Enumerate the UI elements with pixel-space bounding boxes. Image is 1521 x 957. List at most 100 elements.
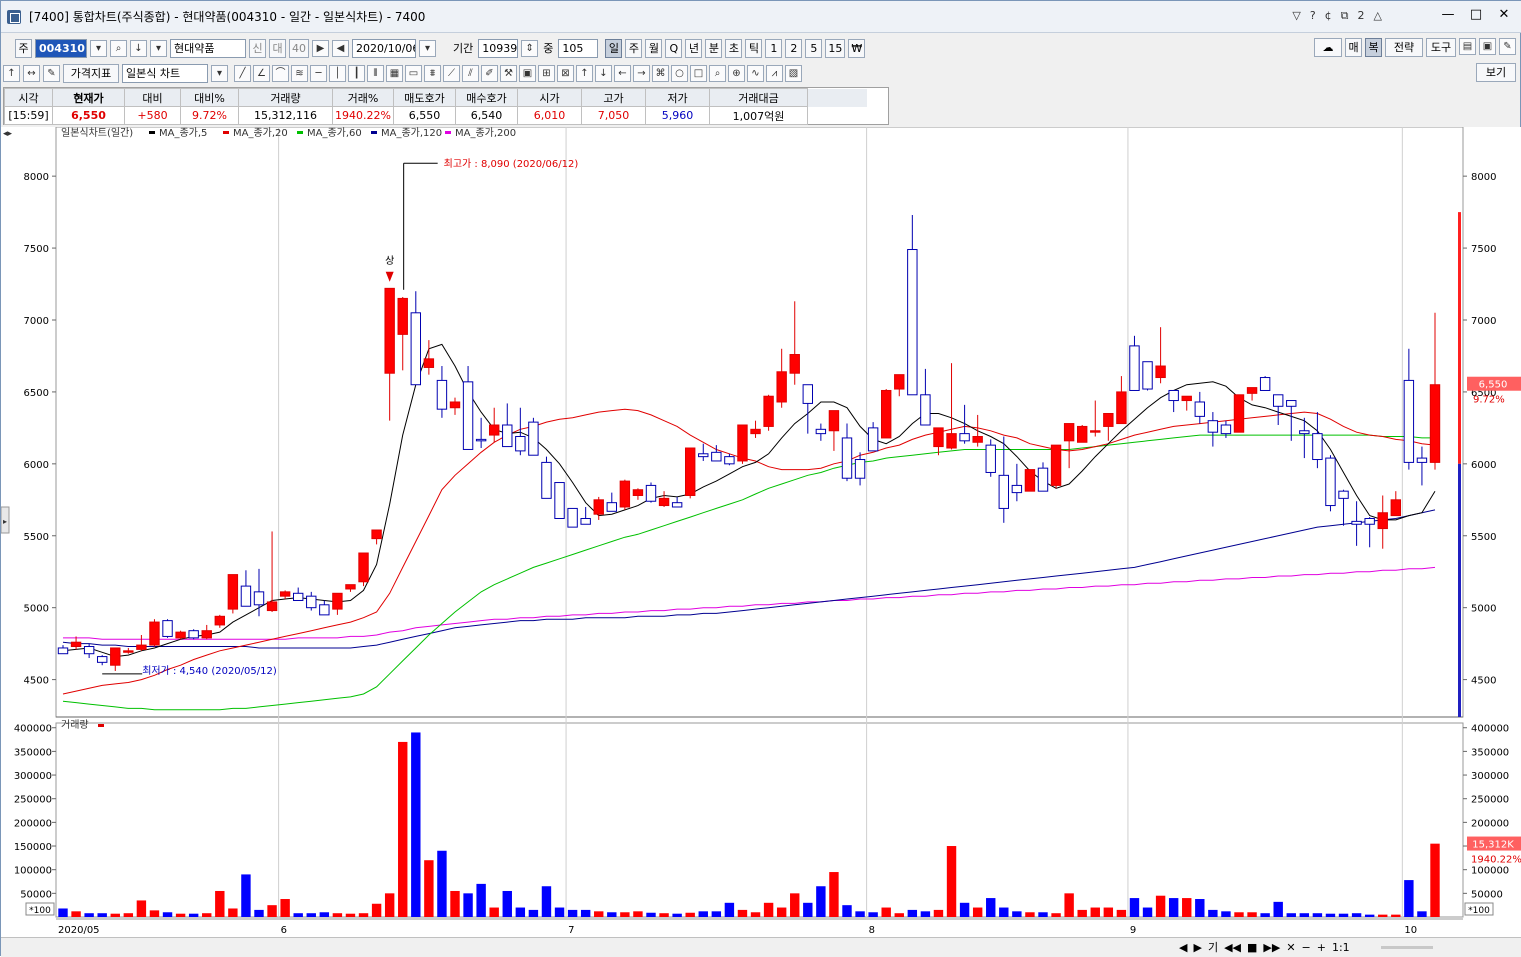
strategy-button[interactable]: 전략	[1385, 38, 1423, 57]
period-quarter[interactable]: Q	[665, 38, 683, 58]
draw-tool-icon[interactable]: ⩩	[424, 64, 441, 82]
draw-tool-icon[interactable]: ←	[614, 64, 631, 82]
scroll-right-button[interactable]: ▶	[1193, 939, 1201, 956]
currency-button[interactable]: ₩	[848, 38, 866, 58]
date-input[interactable]: 2020/10/06	[352, 38, 416, 58]
stop-button[interactable]: ■	[1247, 939, 1257, 956]
zoom-in-button[interactable]: +	[1317, 939, 1326, 956]
draw-tool-icon[interactable]: →	[633, 64, 650, 82]
minimize-button[interactable]: —	[1436, 6, 1460, 24]
tag-new[interactable]: 신	[249, 38, 266, 58]
edit-icon[interactable]: ✎	[43, 64, 60, 82]
draw-tool-icon[interactable]: ┃	[348, 64, 365, 82]
draw-tool-icon[interactable]: ✐	[481, 64, 498, 82]
draw-tool-icon[interactable]: ⟋	[443, 64, 460, 82]
chart-type-select[interactable]: 일본식 차트	[122, 63, 208, 83]
expand-icon[interactable]: ↔	[23, 64, 40, 82]
cloud-icon[interactable]: ☁	[1314, 38, 1342, 57]
period-year[interactable]: 년	[685, 38, 703, 58]
draw-tool-icon[interactable]: ○	[671, 64, 688, 82]
period-day[interactable]: 일	[605, 38, 623, 58]
wrench-icon[interactable]: ✎	[1499, 38, 1516, 55]
buy-sell-button[interactable]: 매	[1345, 38, 1362, 57]
middle-input[interactable]: 105	[558, 38, 599, 58]
period-week[interactable]: 주	[625, 38, 643, 58]
zoom-out-button[interactable]: −	[1302, 939, 1311, 956]
next-icon[interactable]: ▶	[312, 39, 329, 57]
dropdown-icon[interactable]: ▽	[1292, 9, 1300, 23]
period-second[interactable]: 초	[725, 38, 743, 58]
triangle-icon[interactable]: △	[1374, 9, 1382, 23]
draw-tool-icon[interactable]: ∠	[253, 64, 270, 82]
sort-dropdown-icon[interactable]: ▾	[150, 39, 167, 57]
tag-large[interactable]: 대	[269, 38, 286, 58]
reference-button[interactable]: 기	[1208, 939, 1218, 956]
candle-body	[776, 371, 787, 403]
draw-tool-icon[interactable]: □	[690, 64, 707, 82]
period-tick[interactable]: 틱	[745, 38, 763, 58]
period-5[interactable]: 5	[805, 38, 823, 58]
sort-icon[interactable]: ↓	[130, 39, 147, 57]
chart-svg[interactable]: 일본식차트(일간) MA_종가,5 MA_종가,20 MA_종가,60 MA_종가,1…	[0, 126, 1521, 939]
stock-code-input[interactable]: 004310	[35, 38, 87, 58]
draw-tool-icon[interactable]: ⌕	[709, 64, 726, 82]
fast-back-button[interactable]: ◀◀	[1224, 939, 1241, 956]
draw-tool-icon[interactable]: ⊞	[538, 64, 555, 82]
save-icon[interactable]: ▣	[1479, 38, 1496, 55]
draw-tool-icon[interactable]: ⫽	[462, 64, 479, 82]
stock-type-button[interactable]: 주	[15, 38, 32, 58]
maximize-button[interactable]: □	[1464, 6, 1488, 24]
draw-tool-icon[interactable]: ⊕	[728, 64, 745, 82]
date-dropdown-icon[interactable]: ▾	[419, 39, 436, 57]
search-icon[interactable]: ⌕	[110, 39, 127, 57]
zoom-reset-button[interactable]: 1:1	[1332, 939, 1350, 956]
link-icon[interactable]: ⧉	[1341, 9, 1349, 23]
view-button[interactable]: 보기	[1476, 63, 1516, 82]
price-indicator-button[interactable]: 가격지표	[63, 63, 119, 83]
draw-tool-icon[interactable]: │	[329, 64, 346, 82]
draw-tool-icon[interactable]: ─	[310, 64, 327, 82]
volume-bar	[829, 872, 839, 917]
draw-tool-icon[interactable]: ⦀	[367, 64, 384, 82]
draw-tool-icon[interactable]: ▭	[405, 64, 422, 82]
draw-tool-icon[interactable]: ≋	[291, 64, 308, 82]
period-1[interactable]: 1	[765, 38, 783, 58]
draw-tool-icon[interactable]: ⚒	[500, 64, 517, 82]
code-dropdown-icon[interactable]: ▾	[90, 39, 107, 57]
scroll-left-button[interactable]: ◀	[1179, 939, 1187, 956]
draw-tool-icon[interactable]: ⌒	[272, 64, 289, 82]
draw-tool-icon[interactable]: ↑	[576, 64, 593, 82]
volume-bar	[241, 874, 251, 917]
zoom-slider[interactable]	[1381, 946, 1433, 949]
period-2[interactable]: 2	[785, 38, 803, 58]
duplicate-button[interactable]: 복	[1365, 38, 1382, 57]
draw-tool-icon[interactable]: ↓	[595, 64, 612, 82]
fast-forward-button[interactable]: ▶▶	[1263, 939, 1280, 956]
draw-tool-icon[interactable]: ▣	[519, 64, 536, 82]
period-month[interactable]: 월	[645, 38, 663, 58]
period-15[interactable]: 15	[825, 38, 846, 58]
reset-button[interactable]: ✕	[1286, 939, 1295, 956]
tools-button[interactable]: 도구	[1426, 38, 1456, 57]
arrow-up-icon[interactable]: ↑	[3, 64, 20, 82]
folder-icon[interactable]: ▤	[1459, 38, 1476, 55]
chart-area[interactable]: 일본식차트(일간) MA_종가,5 MA_종가,20 MA_종가,60 MA_종가,1…	[0, 126, 1521, 939]
chart-type-dropdown-icon[interactable]: ▾	[211, 64, 228, 82]
prev-icon[interactable]: ◀	[332, 39, 349, 57]
screen-number-icon[interactable]: 2	[1358, 9, 1365, 23]
tag-40[interactable]: 40	[289, 38, 309, 58]
draw-tool-icon[interactable]: ∿	[747, 64, 764, 82]
draw-tool-icon[interactable]: ⊠	[557, 64, 574, 82]
lock-icon[interactable]: ⇕	[521, 39, 539, 57]
draw-tool-icon[interactable]: ╱	[234, 64, 251, 82]
draw-tool-icon[interactable]: ⩘	[766, 64, 783, 82]
candle-body	[711, 451, 722, 462]
help-icon[interactable]: ?	[1310, 9, 1316, 23]
draw-tool-icon[interactable]: ▧	[785, 64, 802, 82]
draw-tool-icon[interactable]: ⌘	[652, 64, 669, 82]
currency-icon[interactable]: ¢	[1325, 9, 1332, 23]
draw-tool-icon[interactable]: ▦	[386, 64, 403, 82]
period-input[interactable]: 10939	[478, 38, 519, 58]
period-minute[interactable]: 분	[705, 38, 723, 58]
close-button[interactable]: ✕	[1492, 6, 1516, 24]
